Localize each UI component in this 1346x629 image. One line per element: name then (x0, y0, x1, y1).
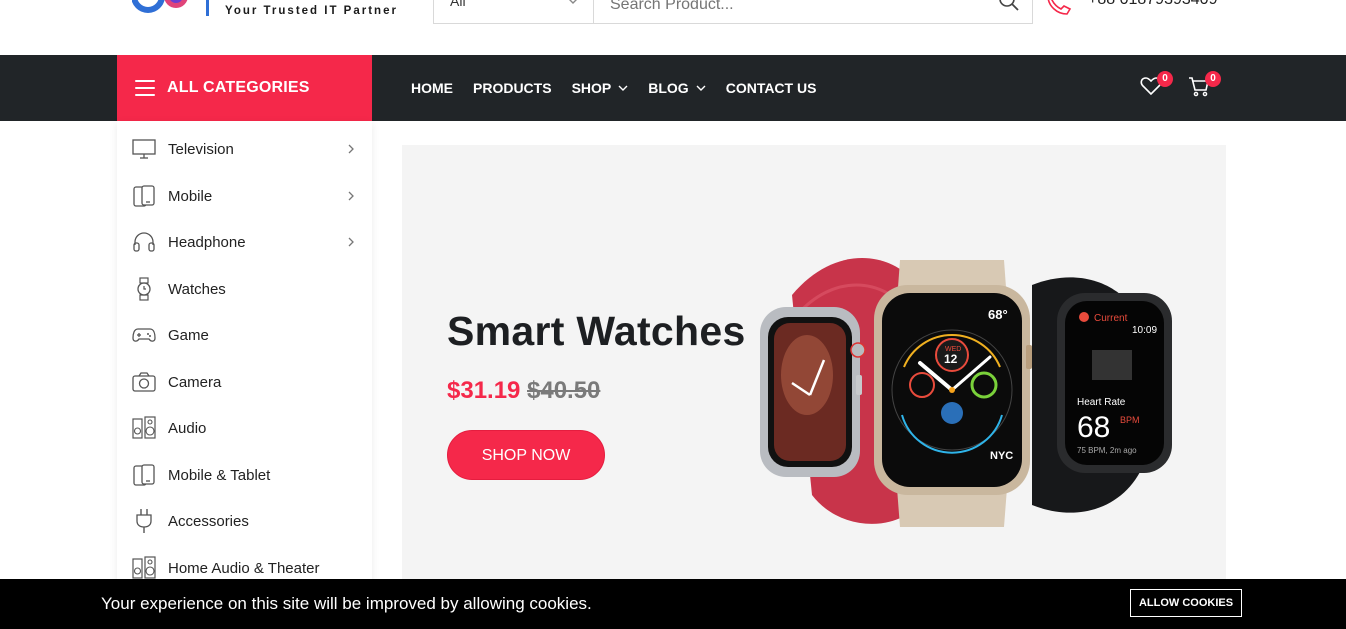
nav-item-label: PRODUCTS (473, 80, 552, 96)
cart-button[interactable]: 0 (1188, 71, 1221, 99)
chevron-right-icon (348, 237, 354, 247)
right-watch-app-label: Current (1094, 313, 1128, 324)
site-tagline: Your Trusted IT Partner (225, 5, 398, 17)
sidebar-item-label: Television (168, 140, 234, 158)
tablet-icon (131, 462, 157, 488)
search-input[interactable] (594, 0, 986, 23)
sidebar-item-camera[interactable]: Camera (117, 359, 372, 405)
hero-old-price: $40.50 (527, 377, 601, 404)
main-navbar: ALL CATEGORIES HOME PRODUCTS SHOP BLOG C… (0, 55, 1346, 121)
phone-icon (1047, 0, 1072, 15)
hamburger-icon (135, 80, 155, 96)
sidebar-item-label: Audio (168, 419, 207, 437)
sidebar-item-mobile-tablet[interactable]: Mobile & Tablet (117, 452, 372, 498)
center-watch-temperature: 68° (988, 307, 1008, 322)
nav-item-shop[interactable]: SHOP (572, 80, 629, 96)
search-button[interactable] (986, 0, 1032, 23)
center-watch-date: 12 (944, 352, 958, 366)
phone-number[interactable]: +88 01879393409 (1088, 0, 1217, 9)
sidebar-item-label: Home Audio & Theater (168, 559, 320, 577)
mobile-icon (131, 183, 157, 209)
sidebar-item-label: Game (168, 326, 209, 344)
logo-divider (206, 0, 209, 16)
main-menu: HOME PRODUCTS SHOP BLOG CONTACT US (411, 55, 816, 121)
gamepad-icon (131, 322, 157, 348)
nav-item-products[interactable]: PRODUCTS (473, 80, 552, 96)
chevron-right-icon (348, 144, 354, 154)
sidebar-item-label: Watches (168, 280, 226, 298)
hero-title: Smart Watches (447, 308, 746, 354)
sidebar-item-label: Camera (168, 373, 222, 391)
nav-item-label: CONTACT US (725, 80, 817, 96)
sidebar-item-label: Mobile (168, 187, 213, 205)
sidebar-item-television[interactable]: Television (117, 126, 372, 172)
plug-icon (131, 508, 157, 534)
right-watch-bpm: 68 (1077, 411, 1110, 444)
nav-item-home[interactable]: HOME (411, 80, 453, 96)
right-watch-sub: 75 BPM, 2m ago (1077, 446, 1137, 455)
sidebar-item-label: Headphone (168, 233, 246, 251)
sidebar-item-mobile[interactable]: Mobile (117, 173, 372, 219)
sidebar-item-watches[interactable]: Watches (117, 266, 372, 312)
sidebar-item-accessories[interactable]: Accessories (117, 498, 372, 544)
right-watch-unit: BPM (1120, 415, 1140, 425)
search-category-select[interactable]: All (434, 0, 594, 23)
nav-item-contact-us[interactable]: CONTACT US (726, 80, 817, 96)
sidebar-item-game[interactable]: Game (117, 312, 372, 358)
search-bar: All (433, 0, 1033, 24)
site-logo[interactable] (132, 0, 192, 18)
wishlist-count-badge: 0 (1157, 71, 1173, 87)
watch-icon (131, 276, 157, 302)
all-categories-label: ALL CATEGORIES (167, 79, 310, 96)
chevron-right-icon (348, 191, 354, 201)
all-categories-button[interactable]: ALL CATEGORIES (117, 55, 372, 121)
cookie-message: Your experience on this site will be imp… (101, 594, 592, 613)
speaker-icon (131, 415, 157, 441)
shop-now-button[interactable]: SHOP NOW (447, 430, 605, 480)
nav-item-label: SHOP (571, 80, 612, 96)
chevron-down-icon (696, 85, 706, 91)
camera-icon (131, 369, 157, 395)
hero-price: $31.19 (447, 377, 521, 404)
category-sidebar: Television Mobile Headphone Watches Game… (117, 121, 372, 591)
wishlist-button[interactable]: 0 (1140, 71, 1173, 99)
nav-item-label: BLOG (648, 80, 689, 96)
nav-item-label: HOME (411, 80, 453, 96)
allow-cookies-button[interactable]: ALLOW COOKIES (1130, 589, 1242, 617)
search-icon (999, 0, 1019, 11)
television-icon (131, 136, 157, 162)
right-watch-heart-label: Heart Rate (1077, 397, 1126, 408)
sidebar-item-headphone[interactable]: Headphone (117, 219, 372, 265)
nav-item-blog[interactable]: BLOG (648, 80, 706, 96)
sidebar-item-label: Mobile & Tablet (168, 466, 271, 484)
chevron-down-icon (618, 85, 628, 91)
top-header: Your Trusted IT Partner All +88 01879393… (0, 0, 1346, 55)
cart-count-badge: 0 (1205, 71, 1221, 87)
chevron-down-icon (569, 0, 577, 4)
sidebar-item-audio[interactable]: Audio (117, 405, 372, 451)
speaker-icon (131, 555, 157, 581)
search-category-value: All (450, 0, 466, 9)
right-watch-time: 10:09 (1132, 325, 1157, 336)
smart-watches-image[interactable]: Current 10:09 Heart Rate 68 BPM 75 BPM, … (752, 255, 1182, 535)
headphone-icon (131, 229, 157, 255)
sidebar-item-label: Accessories (168, 512, 249, 530)
cookie-consent-bar: Your experience on this site will be imp… (0, 579, 1346, 629)
hero-banner: Smart Watches $31.19 $40.50 SHOP NOW Cur… (402, 145, 1226, 595)
center-watch-city: NYC (990, 450, 1013, 462)
